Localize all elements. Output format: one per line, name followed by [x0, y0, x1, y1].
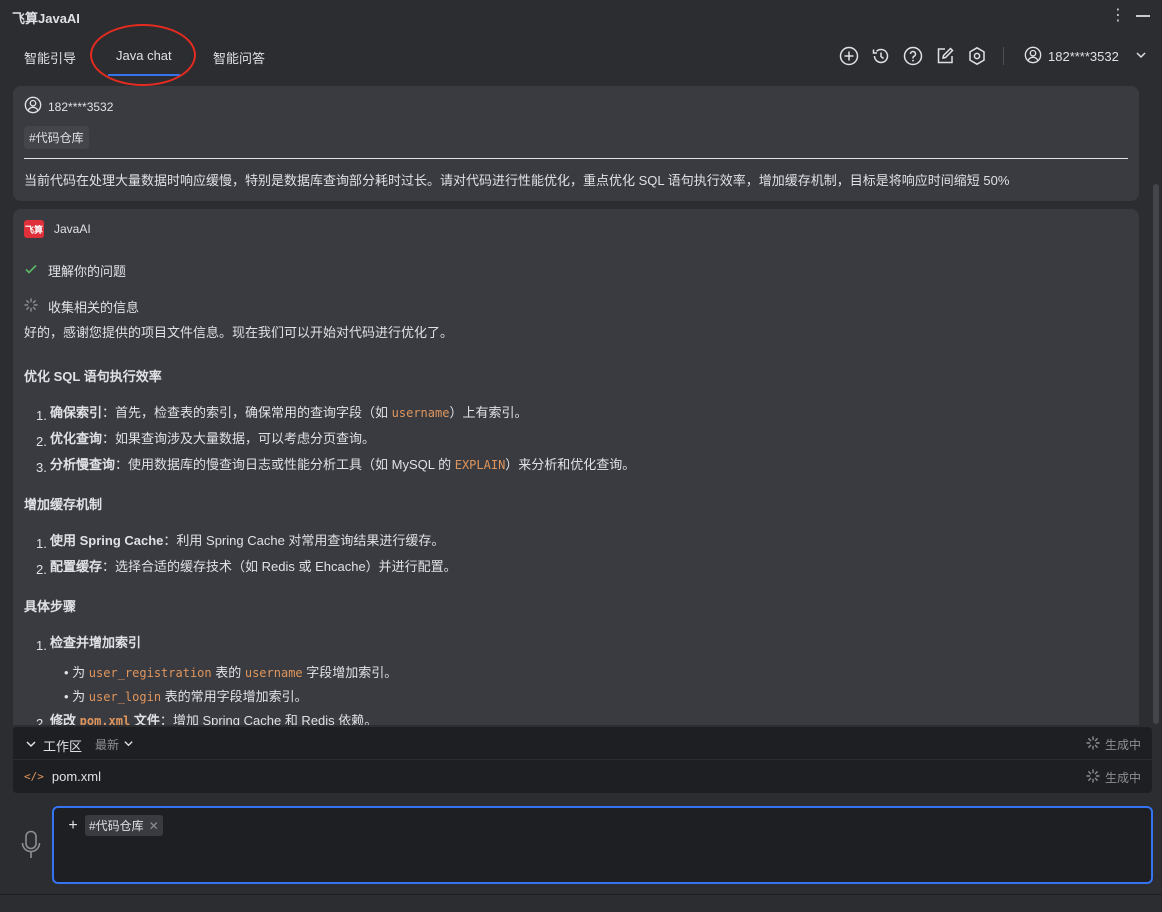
settings-icon[interactable] [966, 45, 988, 67]
ai-message-card: 飞算 JavaAI 理解你的问题 收集相关的信息 好的，感谢您提供的项目文件信息… [13, 209, 1139, 725]
workarea-toggle[interactable]: 工作区 [25, 736, 82, 755]
app-title: 飞算JavaAI [12, 11, 80, 26]
list-item: 1. 检查并增加索引 [36, 635, 142, 653]
red-annotation-circle [90, 24, 196, 86]
user-message-header: 182****3532 [24, 96, 113, 117]
loading-spinner-icon [1086, 736, 1100, 753]
sub-list-item: • 为 user_login 表的常用字段增加索引。 [64, 689, 308, 704]
workarea-panel: 工作区 最新 生成中 </> pom.xml 生成中 [13, 727, 1152, 793]
step-understand: 理解你的问题 [24, 261, 126, 280]
ai-message-header: 飞算 JavaAI [24, 220, 91, 238]
loading-spinner-icon [1086, 769, 1100, 786]
user-menu[interactable]: 182****3532 [1024, 45, 1147, 67]
edit-icon[interactable] [934, 45, 956, 67]
chevron-down-icon [123, 738, 134, 752]
sub-list-item: • 为 user_registration 表的 username 字段增加索引… [64, 665, 398, 680]
user-avatar-icon [1024, 46, 1042, 67]
code-file-icon: </> [24, 770, 44, 783]
scrollbar[interactable] [1153, 184, 1159, 724]
list-item: 2. 配置缓存：选择合适的缓存技术（如 Redis 或 Ehcache）并进行配… [36, 559, 457, 577]
minimize-icon[interactable] [1136, 15, 1150, 17]
tab-smart-guide[interactable]: 智能引导 [24, 48, 76, 76]
close-icon[interactable]: ✕ [149, 819, 159, 833]
help-icon[interactable] [902, 45, 924, 67]
step-label: 收集相关的信息 [48, 300, 140, 315]
intro-text: 好的，感谢您提供的项目文件信息。现在我们可以开始对代码进行优化了。 [24, 325, 454, 340]
workarea-sort-dropdown[interactable]: 最新 [95, 736, 134, 753]
user-menu-label: 182****3532 [1048, 48, 1119, 64]
new-chat-icon[interactable] [838, 45, 860, 67]
file-status: 生成中 [1086, 769, 1141, 786]
add-context-icon[interactable]: + [65, 817, 81, 835]
check-icon [24, 262, 38, 279]
file-item-pom-xml[interactable]: </> pom.xml [24, 769, 101, 784]
chat-input[interactable]: + #代码仓库 ✕ [52, 806, 1153, 884]
list-item: 2. 修改 pom.xml 文件：增加 Spring Cache 和 Redis… [36, 713, 378, 725]
toolbar-separator [1003, 47, 1004, 65]
ai-response-body: 好的，感谢您提供的项目文件信息。现在我们可以开始对代码进行优化了。 优化 SQL… [24, 321, 1124, 725]
section-heading: 增加缓存机制 [24, 497, 103, 512]
context-chip: #代码仓库 ✕ [85, 815, 163, 836]
input-chip-row: + #代码仓库 ✕ [65, 815, 163, 836]
chevron-down-icon [25, 738, 37, 753]
more-options-icon[interactable]: ⋮ [1108, 6, 1128, 26]
list-item: 1. 确保索引：首先，检查表的索引，确保常用的查询字段（如 username）上… [36, 405, 528, 423]
user-name: 182****3532 [48, 99, 114, 114]
list-item: 3. 分析慢查询：使用数据库的慢查询日志或性能分析工具（如 MySQL 的 EX… [36, 457, 636, 475]
step-label: 理解你的问题 [48, 264, 127, 279]
status-label: 生成中 [1104, 738, 1141, 752]
user-message-text: 当前代码在处理大量数据时响应缓慢，特别是数据库查询部分耗时过长。请对代码进行性能… [24, 173, 1010, 188]
list-item: 1. 使用 Spring Cache：利用 Spring Cache 对常用查询… [36, 533, 445, 551]
ai-name: JavaAI [54, 222, 91, 236]
step-collect: 收集相关的信息 [24, 297, 139, 316]
chevron-down-icon [1135, 49, 1147, 64]
loading-spinner-icon [24, 298, 38, 315]
workarea-header: 工作区 最新 生成中 [13, 727, 1152, 760]
chip-label: #代码仓库 [89, 819, 144, 833]
divider [24, 158, 1128, 159]
divider [0, 894, 1162, 895]
section-heading: 优化 SQL 语句执行效率 [24, 369, 162, 384]
workarea-status: 生成中 [1086, 736, 1141, 753]
file-name: pom.xml [51, 769, 101, 784]
context-tag: #代码仓库 [24, 126, 89, 149]
workarea-title: 工作区 [43, 739, 83, 754]
user-message-card: 182****3532 #代码仓库 当前代码在处理大量数据时响应缓慢，特别是数据… [13, 86, 1139, 201]
title-bar: 飞算JavaAI ⋮ [0, 0, 1162, 32]
javaai-logo: 飞算 [24, 220, 44, 238]
status-label: 生成中 [1104, 771, 1141, 785]
user-avatar-icon [24, 96, 42, 117]
list-item: 2. 优化查询：如果查询涉及大量数据，可以考虑分页查询。 [36, 431, 376, 449]
section-heading: 具体步骤 [24, 599, 77, 614]
sort-label: 最新 [95, 738, 120, 752]
microphone-icon[interactable] [20, 830, 42, 860]
history-icon[interactable] [870, 45, 892, 67]
tab-smart-qa[interactable]: 智能问答 [213, 48, 265, 76]
